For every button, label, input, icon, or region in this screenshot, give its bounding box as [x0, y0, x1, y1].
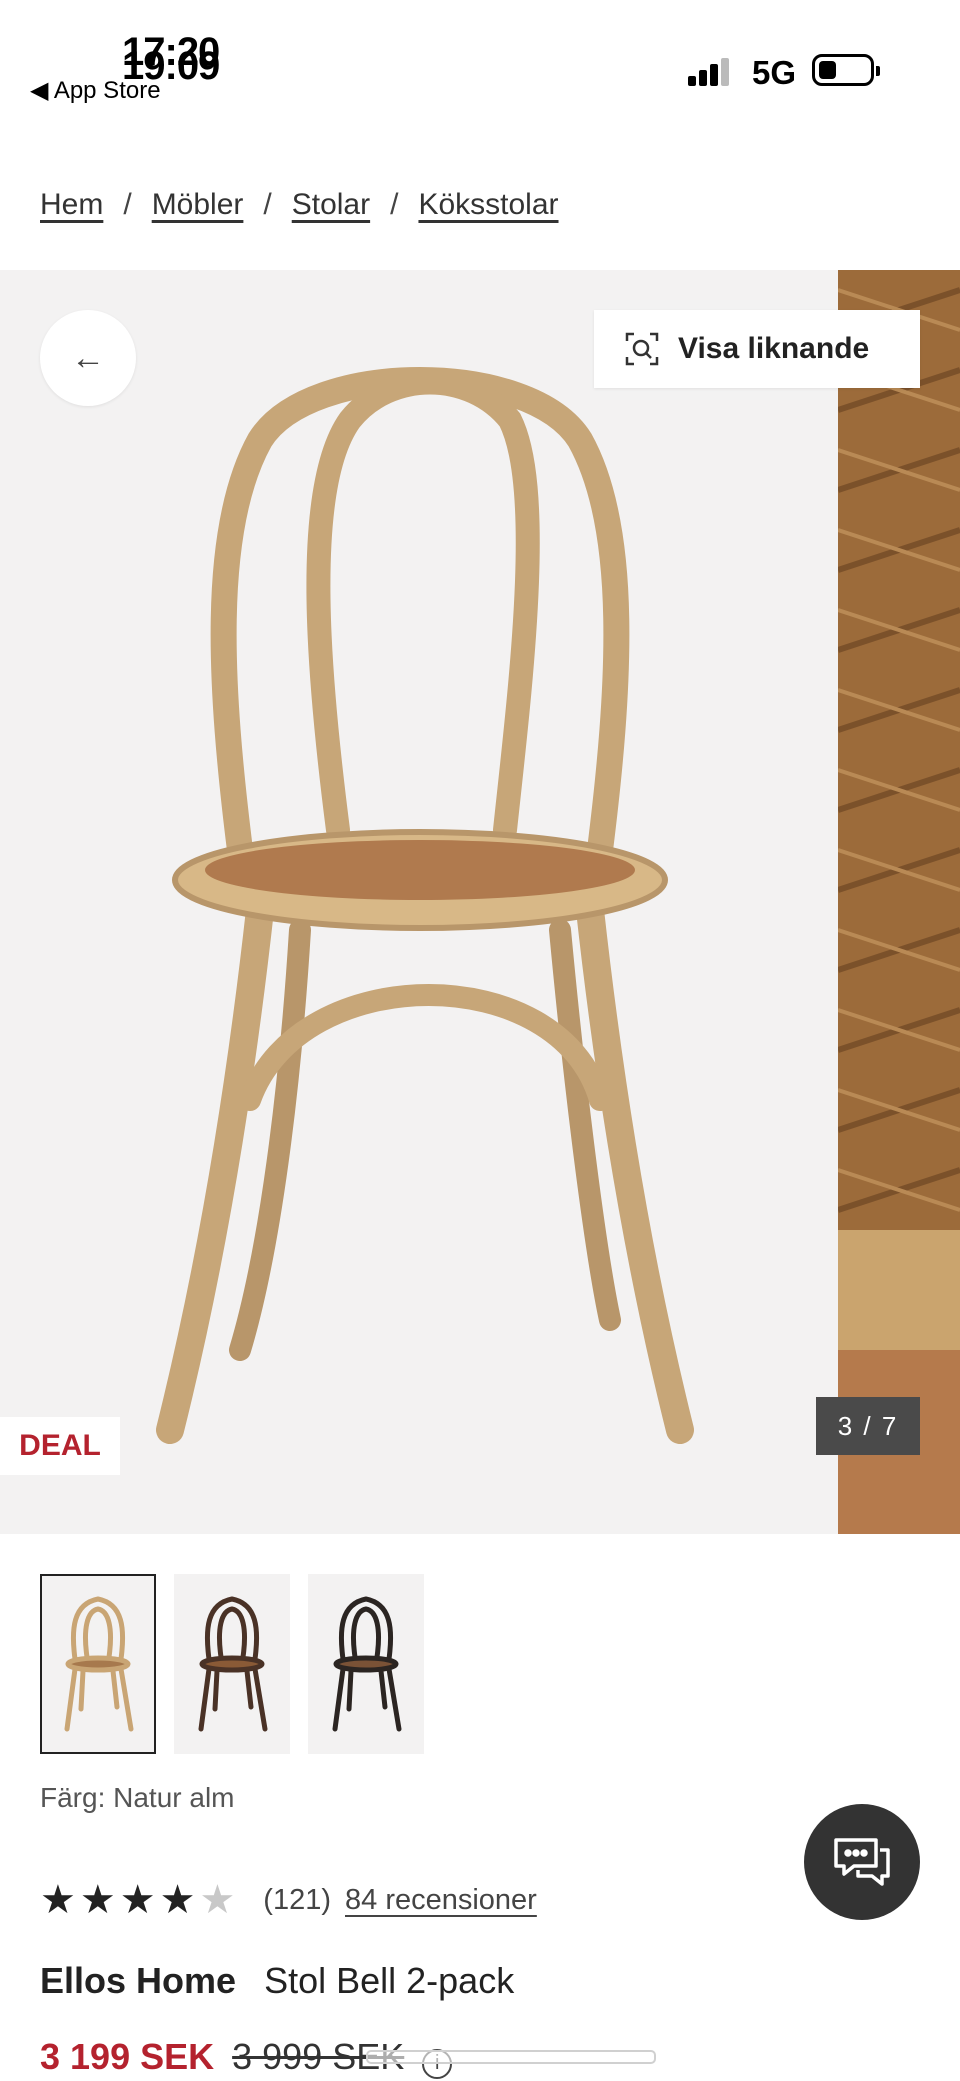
- gallery-back-button[interactable]: ←: [40, 310, 136, 406]
- chair-thumbnail-black: [332, 1596, 402, 1732]
- product-title: Ellos Home Stol Bell 2-pack: [40, 1960, 514, 2002]
- chair-thumbnail-natural: [64, 1596, 134, 1732]
- star-filled-icon: ★: [159, 1878, 196, 1922]
- image-counter: 3 / 7: [816, 1397, 920, 1455]
- visual-search-icon: [625, 332, 659, 366]
- color-label: Färg: Natur alm: [40, 1782, 235, 1813]
- rating-stars: ★ ★ ★ ★ ★: [40, 1880, 235, 1920]
- breadcrumb: Hem / Möbler / Stolar / Köksstolar: [40, 188, 559, 222]
- thumbnail-natural[interactable]: [40, 1574, 156, 1754]
- product-image[interactable]: [0, 270, 838, 1534]
- breadcrumb-kitchen-chairs[interactable]: Köksstolar: [418, 188, 558, 222]
- product-brand[interactable]: Ellos Home: [40, 1960, 236, 2001]
- thumbnail-brown[interactable]: [174, 1574, 290, 1754]
- breadcrumb-chairs[interactable]: Stolar: [292, 188, 370, 222]
- show-similar-label: Visa liknande: [678, 332, 870, 365]
- rattan-texture-illustration: [838, 270, 960, 1534]
- next-image-peek[interactable]: [838, 270, 960, 1534]
- breadcrumb-furniture[interactable]: Möbler: [152, 188, 244, 222]
- breadcrumb-separator: /: [263, 188, 272, 221]
- rating-row: ★ ★ ★ ★ ★ (121) 84 recensioner: [40, 1880, 537, 1920]
- back-to-app-store[interactable]: ◀ App Store: [30, 76, 161, 105]
- battery-icon: [812, 54, 880, 86]
- network-label: 5G: [752, 54, 797, 91]
- product-image-gallery[interactable]: ← Visa liknande DEAL 3 / 7: [0, 270, 960, 1534]
- star-filled-icon: ★: [79, 1878, 116, 1922]
- signal-icon: [688, 56, 734, 86]
- thumbnail-black[interactable]: [308, 1574, 424, 1754]
- chat-button[interactable]: [804, 1804, 920, 1920]
- chair-illustration: [156, 367, 694, 1444]
- reviews-link[interactable]: 84 recensioner: [345, 1884, 537, 1917]
- product-name: Stol Bell 2-pack: [264, 1960, 515, 2001]
- star-filled-icon: ★: [40, 1878, 76, 1922]
- rating-count: (121): [263, 1883, 331, 1916]
- arrow-left-icon: ←: [71, 338, 105, 377]
- breadcrumb-separator: /: [390, 188, 399, 221]
- chat-bubbles-icon: [834, 1838, 890, 1886]
- breadcrumb-home[interactable]: Hem: [40, 188, 103, 222]
- star-empty-icon: ★: [199, 1878, 236, 1922]
- color-thumbnails: [40, 1574, 424, 1754]
- back-triangle-icon: ◀: [30, 77, 49, 104]
- back-app-label: App Store: [53, 77, 161, 104]
- current-price: 3 199 SEK: [40, 2036, 215, 2077]
- show-similar-button[interactable]: Visa liknande: [594, 310, 920, 388]
- home-indicator[interactable]: [366, 2050, 656, 2064]
- star-filled-icon: ★: [119, 1878, 156, 1922]
- deal-badge: DEAL: [0, 1417, 120, 1475]
- chair-thumbnail-brown: [198, 1596, 268, 1732]
- breadcrumb-separator: /: [123, 188, 132, 221]
- status-bar: 17:20 19:09 ◀ App Store 5G: [0, 0, 960, 120]
